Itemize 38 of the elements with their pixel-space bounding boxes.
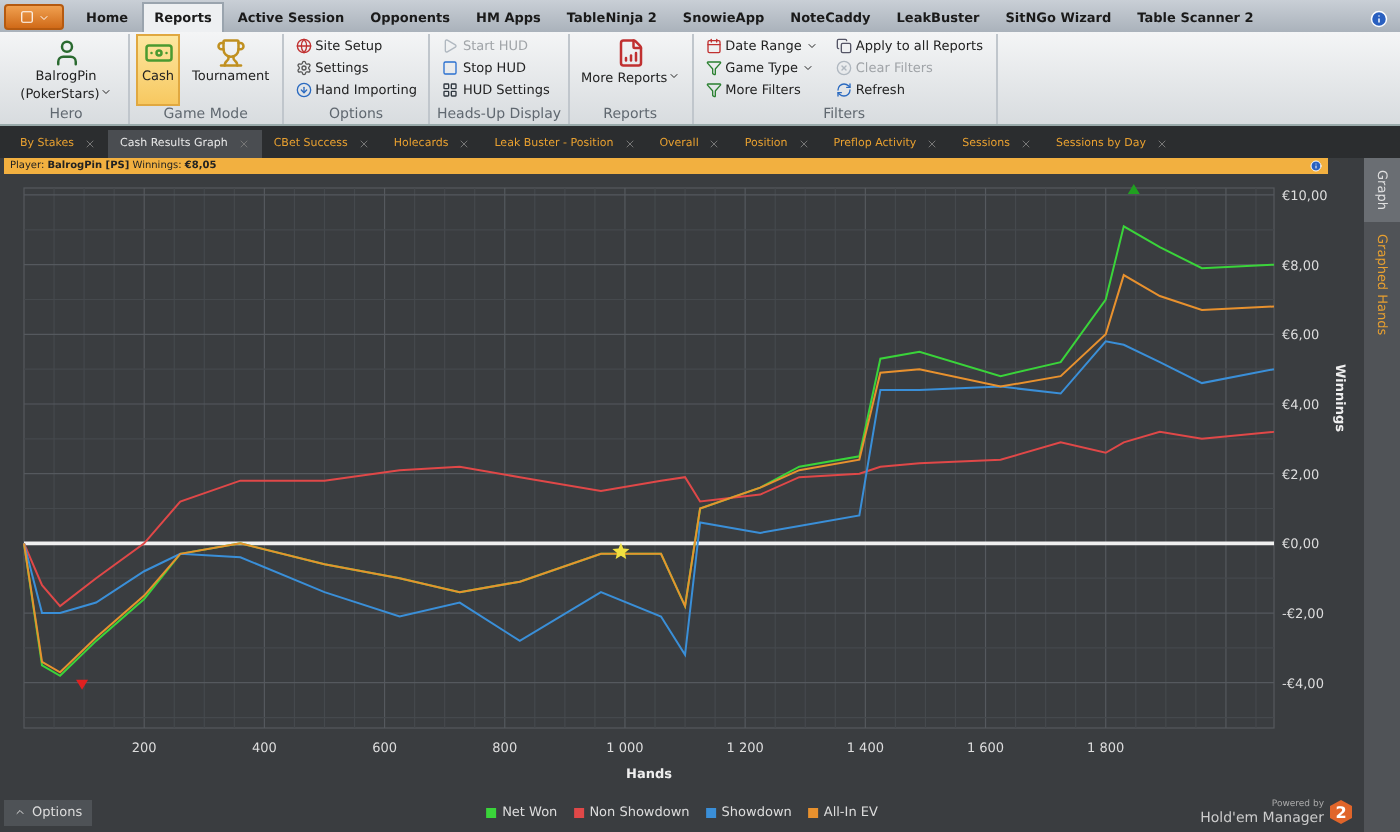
close-icon[interactable] <box>458 138 471 150</box>
report-icon <box>615 38 646 68</box>
funnel-icon <box>705 81 722 97</box>
money-icon <box>143 38 174 68</box>
arrow-down-icon <box>295 81 312 97</box>
caret-icon <box>667 70 680 82</box>
close-icon[interactable] <box>1156 138 1168 150</box>
globe-icon <box>295 37 312 53</box>
caret-icon <box>99 85 112 97</box>
app-menu-button[interactable] <box>4 4 64 30</box>
info-icon[interactable] <box>1310 160 1322 172</box>
person-icon <box>51 38 81 68</box>
gear-icon <box>295 59 312 75</box>
trophy-icon <box>215 38 246 68</box>
play-icon <box>442 37 459 53</box>
close-icon <box>835 59 852 75</box>
window-icon <box>19 10 33 24</box>
close-icon[interactable] <box>357 138 370 150</box>
stop-icon <box>442 59 459 75</box>
refresh-icon <box>835 81 852 97</box>
copy-icon <box>835 37 852 53</box>
triangle-up-icon <box>1127 184 1140 194</box>
caret-icon <box>37 11 49 23</box>
star-icon <box>612 542 630 560</box>
close-icon[interactable] <box>623 138 636 150</box>
calendar-icon <box>705 37 722 53</box>
logo-badge: 2 <box>1330 800 1352 824</box>
close-icon[interactable] <box>84 138 97 150</box>
close-icon[interactable] <box>237 138 250 150</box>
close-icon[interactable] <box>797 138 810 150</box>
caret-icon <box>14 806 26 818</box>
help-icon[interactable] <box>1370 10 1388 28</box>
close-icon[interactable] <box>926 138 939 150</box>
funnel-icon <box>705 59 722 75</box>
close-icon[interactable] <box>1020 138 1033 150</box>
close-icon[interactable] <box>708 138 721 150</box>
triangle-down-icon <box>76 679 89 690</box>
grid-icon <box>442 81 459 97</box>
